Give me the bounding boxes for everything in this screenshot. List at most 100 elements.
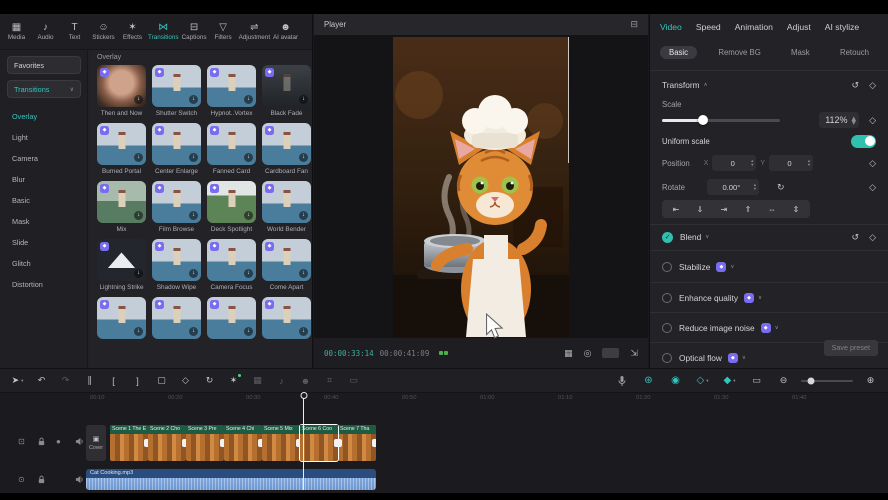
feature-checkbox[interactable] (662, 262, 672, 272)
timeline-tool-icon[interactable]: [ (104, 372, 123, 390)
fullscreen-icon[interactable]: ⇲ (630, 348, 638, 359)
transition-item[interactable]: ◆ ↓ Hypnot..Vortex (207, 65, 256, 117)
inspector-subtab[interactable]: Mask (782, 46, 819, 59)
scale-value-field[interactable]: 112% ▴▾ (819, 112, 859, 128)
timeline-zoom-slider[interactable] (801, 380, 853, 382)
align-icon[interactable]: ⇑ (736, 205, 760, 214)
zoom-slider-handle[interactable] (808, 377, 815, 384)
keyframe-icon[interactable]: ◇ (869, 232, 876, 243)
transition-item[interactable]: ◆ ↓ Fanned Card (207, 123, 256, 175)
grid-view-icon[interactable]: ▦ (564, 348, 573, 359)
video-clip[interactable]: Scene 2 Cho (148, 425, 186, 461)
timeline-tool-icon[interactable]: ▦ (248, 372, 267, 390)
transition-item[interactable]: ◆ ↓ Burned Portal (97, 123, 146, 175)
timeline-feature-toggle-icon[interactable]: ◆ (720, 372, 739, 390)
timeline-tool-icon[interactable]: ☻ (296, 372, 315, 390)
video-clip[interactable]: Scene 4 Chi (224, 425, 262, 461)
topbar-item[interactable]: ♪ Audio (31, 23, 60, 41)
playhead[interactable] (303, 393, 304, 490)
video-clip[interactable]: Scene 5 Mix (262, 425, 300, 461)
align-icon[interactable]: ⇓ (688, 205, 712, 214)
timeline-tool-icon[interactable]: ↻ (200, 372, 219, 390)
align-icon[interactable]: ⇔ (760, 205, 784, 214)
inspector-subtab[interactable]: Basic (660, 46, 697, 59)
inspector-subtab[interactable]: Remove BG (709, 46, 769, 59)
timeline-feature-toggle-icon[interactable]: ⊛ (639, 372, 658, 390)
zoom-in-icon[interactable]: ⊕ (861, 372, 880, 390)
topbar-item[interactable]: ⊟ Captions (180, 23, 209, 41)
sidebar-item[interactable]: Glitch (0, 253, 87, 274)
keyframe-icon[interactable]: ◇ (869, 80, 876, 91)
quality-badge-icon[interactable] (602, 348, 619, 358)
uniform-scale-toggle[interactable] (851, 135, 876, 148)
inspector-tab[interactable]: Animation (735, 22, 773, 32)
chevron-down-icon[interactable]: ∨ (730, 264, 734, 270)
transition-item[interactable]: ◆ ↓ Film Browse (152, 181, 201, 233)
reset-icon[interactable]: ↺ (852, 80, 860, 91)
transition-item[interactable]: ◆ ↓ Come Apart (262, 239, 311, 291)
video-clip[interactable]: Scene 6 Coo (300, 425, 338, 461)
inspector-tab[interactable]: Video (660, 22, 682, 32)
sidebar-category-dropdown[interactable]: Transitions ∨ (7, 80, 81, 98)
chevron-down-icon[interactable]: ∨ (758, 295, 762, 301)
scale-slider[interactable] (662, 119, 780, 122)
position-y-field[interactable]: 0 ▴▾ (769, 155, 813, 171)
timeline-tool-icon[interactable]: ▢ (152, 372, 171, 390)
timeline-ruler[interactable]: 00:1000:2000:3000:4000:5001:0001:1001:20… (90, 395, 870, 401)
topbar-item[interactable]: ✶ Effects (118, 23, 147, 41)
sidebar-item[interactable]: Distortion (0, 274, 87, 295)
chevron-down-icon[interactable]: ∨ (705, 234, 709, 240)
timeline-tool-icon[interactable]: ↶ (32, 372, 51, 390)
transition-item[interactable]: ◆ ↓ World Bender (262, 181, 311, 233)
inspector-tab[interactable]: Speed (696, 22, 721, 32)
align-icon[interactable]: ⇕ (784, 205, 808, 214)
lock-icon[interactable] (37, 437, 46, 446)
timeline-tool-icon[interactable]: ♪ (272, 372, 291, 390)
blend-checkbox[interactable]: ✓ (662, 232, 673, 243)
align-icon[interactable]: ⇤ (664, 205, 688, 214)
topbar-item[interactable]: ☻ AI avatar (271, 23, 300, 41)
timeline-tool-icon[interactable]: ⌗ (320, 372, 339, 390)
track-options-icon[interactable]: ⊙ (18, 475, 27, 484)
video-clip[interactable]: Scene 7 Tha (338, 425, 376, 461)
timeline-tool-icon[interactable]: ∥ (80, 372, 99, 390)
transition-item[interactable]: ◆ ↓ (207, 297, 256, 342)
timeline-feature-toggle-icon[interactable]: ◉ (666, 372, 685, 390)
timeline-tool-icon[interactable]: ➤ (8, 372, 27, 390)
transition-item[interactable]: ◆ ↓ Deck Spotlight (207, 181, 256, 233)
topbar-item[interactable]: ▽ Filters (209, 23, 238, 41)
transition-item[interactable]: ◆ ↓ Camera Focus (207, 239, 256, 291)
track-options-icon[interactable]: ⊡ (18, 437, 27, 446)
inspector-tab[interactable]: Adjust (787, 22, 811, 32)
sidebar-item[interactable]: Slide (0, 232, 87, 253)
sidebar-item[interactable]: Light (0, 127, 87, 148)
stepper-icons[interactable]: ▴▾ (852, 116, 857, 124)
transition-item[interactable]: ◆ ↓ Shadow Wipe (152, 239, 201, 291)
chevron-down-icon[interactable]: ∨ (775, 325, 779, 331)
save-preset-button[interactable]: Save preset (824, 340, 878, 356)
transition-item[interactable]: ◆ ↓ Shutter Switch (152, 65, 201, 117)
position-x-field[interactable]: 0 ▴▾ (712, 155, 756, 171)
cover-button[interactable]: ▣ Cover (86, 425, 106, 461)
player-display-options-icon[interactable]: ⊟ (630, 19, 638, 30)
transition-item[interactable]: ◆ ↓ Center Enlarge (152, 123, 201, 175)
keyframe-icon[interactable]: ◇ (869, 182, 876, 193)
timeline-tool-icon[interactable]: ] (128, 372, 147, 390)
inspector-tab[interactable]: AI stylize (825, 22, 859, 32)
align-icon[interactable]: ⇥ (712, 205, 736, 214)
inspector-subtab[interactable]: Retouch (831, 46, 878, 59)
transition-item[interactable]: ◆ ↓ (262, 297, 311, 342)
sidebar-item[interactable]: Blur (0, 169, 87, 190)
topbar-item[interactable]: ⇌ Adjustment (238, 23, 272, 41)
rotate-field[interactable]: 0.00° ▴▾ (707, 179, 759, 195)
focus-frame-icon[interactable]: ◎ (584, 348, 592, 359)
microphone-icon[interactable] (612, 372, 631, 390)
transition-item[interactable]: ◆ ↓ (97, 297, 146, 342)
lock-icon[interactable] (37, 475, 46, 484)
sidebar-item[interactable]: Overlay (0, 106, 87, 127)
topbar-item[interactable]: T Text (60, 23, 89, 41)
topbar-item[interactable]: ⋈ Transitions (147, 23, 180, 41)
slider-handle[interactable] (698, 115, 708, 125)
rotate-90-icon[interactable]: ↻ (777, 182, 785, 193)
sidebar-item[interactable]: Camera (0, 148, 87, 169)
